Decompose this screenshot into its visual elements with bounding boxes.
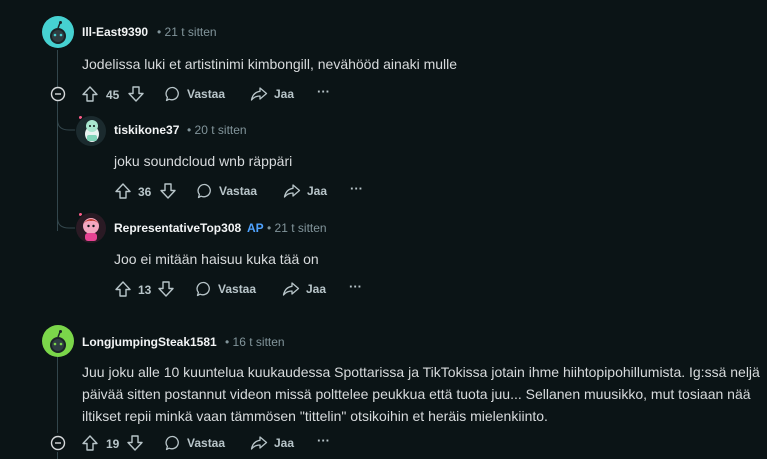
- more-icon: ···: [317, 433, 330, 448]
- comment-body: joku soundcloud wnb räppäri: [114, 153, 293, 169]
- reply-label: Vastaa: [219, 184, 258, 198]
- meta-separator: •: [225, 335, 230, 349]
- more-icon: ···: [350, 181, 363, 196]
- comment-meta: • 20 t sitten: [187, 123, 247, 137]
- vote-count: 45: [106, 88, 120, 102]
- upvote-icon: [82, 435, 98, 451]
- comment-icon: [165, 86, 179, 102]
- upvote-button[interactable]: [114, 182, 132, 200]
- thread-line: [57, 452, 58, 459]
- meta-separator: •: [157, 25, 162, 39]
- reply-button[interactable]: Vastaa: [165, 435, 225, 451]
- share-label: Jaa: [307, 184, 328, 198]
- share-icon: [282, 282, 300, 296]
- more-icon: ···: [317, 84, 330, 99]
- avatar[interactable]: [42, 16, 74, 48]
- downvote-button[interactable]: [159, 182, 177, 200]
- collapse-button[interactable]: [50, 86, 66, 102]
- vote-count: 36: [138, 185, 152, 199]
- reply-label: Vastaa: [187, 87, 226, 101]
- comment-line: päivää sitten postannut videon missä pol…: [82, 386, 751, 402]
- user-badge: AP: [247, 221, 264, 235]
- collapse-button[interactable]: [50, 435, 66, 451]
- upvote-button[interactable]: [81, 434, 99, 452]
- reply-label: Vastaa: [218, 282, 257, 296]
- timestamp[interactable]: 21 t sitten: [275, 221, 327, 235]
- reply-button[interactable]: Vastaa: [197, 183, 257, 199]
- comment-line: Juu joku alle 10 kuuntelua kuukaudessa S…: [82, 364, 760, 380]
- timestamp[interactable]: 21 t sitten: [165, 25, 217, 39]
- downvote-icon: [158, 281, 174, 297]
- username[interactable]: RepresentativeTop308: [114, 221, 241, 235]
- username[interactable]: tiskikone37: [114, 123, 179, 137]
- thread-line: [57, 50, 58, 87]
- meta-separator: •: [187, 123, 192, 137]
- upvote-button[interactable]: [114, 280, 132, 298]
- meta-separator: •: [267, 221, 272, 235]
- upvote-button[interactable]: [81, 85, 99, 103]
- share-button[interactable]: Jaa: [250, 435, 294, 451]
- comment-icon: [196, 281, 210, 297]
- username[interactable]: Ill-East9390: [82, 25, 148, 39]
- collapse-icon: [50, 86, 66, 102]
- more-options-button[interactable]: ···: [317, 433, 330, 448]
- comment-body: Jodelissa luki et artistinimi kimbongill…: [82, 56, 458, 72]
- share-button[interactable]: Jaa: [250, 86, 294, 102]
- downvote-button[interactable]: [126, 434, 144, 452]
- thread-line: [57, 355, 58, 433]
- reply-button[interactable]: Vastaa: [196, 281, 256, 297]
- downvote-icon: [128, 86, 144, 102]
- comment-body: Joo ei mitään haisuu kuka tää on: [114, 251, 319, 267]
- timestamp[interactable]: 16 t sitten: [233, 335, 285, 349]
- avatar[interactable]: [75, 115, 107, 147]
- downvote-button[interactable]: [127, 85, 145, 103]
- comment-body: Juu joku alle 10 kuuntelua kuukaudessa S…: [82, 361, 762, 427]
- vote-count: 19: [106, 437, 120, 451]
- avatar[interactable]: [42, 325, 74, 357]
- downvote-button[interactable]: [157, 280, 175, 298]
- share-button[interactable]: Jaa: [282, 281, 326, 297]
- downvote-icon: [127, 435, 143, 451]
- reply-label: Vastaa: [187, 436, 226, 450]
- share-button[interactable]: Jaa: [283, 183, 327, 199]
- downvote-icon: [160, 183, 176, 199]
- comment-line: iltikset repii minkä vaan tämmösen "titt…: [82, 408, 548, 424]
- avatar[interactable]: [75, 212, 107, 244]
- share-icon: [250, 87, 268, 101]
- collapse-icon: [50, 435, 66, 451]
- upvote-icon: [115, 183, 131, 199]
- timestamp[interactable]: 20 t sitten: [195, 123, 247, 137]
- reply-button[interactable]: Vastaa: [165, 86, 225, 102]
- comment-meta: • 16 t sitten: [225, 335, 285, 349]
- more-options-button[interactable]: ···: [317, 84, 330, 99]
- share-label: Jaa: [274, 436, 295, 450]
- comment-icon: [165, 435, 179, 451]
- share-icon: [283, 184, 301, 198]
- share-label: Jaa: [306, 282, 327, 296]
- more-icon: ···: [349, 279, 362, 294]
- username[interactable]: LongjumpingSteak1581: [82, 335, 217, 349]
- comment-icon: [197, 183, 211, 199]
- share-icon: [250, 436, 268, 450]
- vote-count: 13: [138, 283, 152, 297]
- comment-meta: • 21 t sitten: [267, 221, 327, 235]
- upvote-icon: [115, 281, 131, 297]
- upvote-icon: [82, 86, 98, 102]
- share-label: Jaa: [274, 87, 295, 101]
- more-options-button[interactable]: ···: [350, 181, 363, 196]
- more-options-button[interactable]: ···: [349, 279, 362, 294]
- comment-meta: • 21 t sitten: [157, 25, 217, 39]
